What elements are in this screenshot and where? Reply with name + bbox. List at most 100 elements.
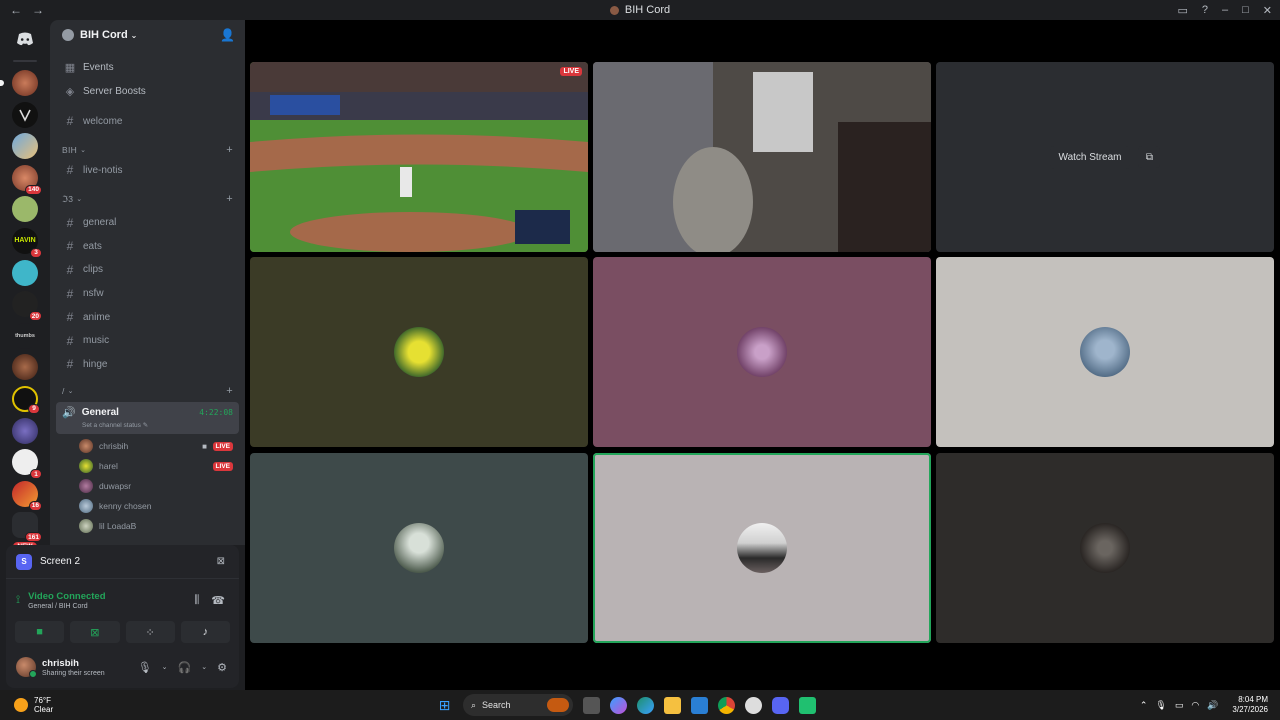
task-view-icon[interactable] bbox=[583, 696, 600, 714]
chevron-down-icon[interactable]: ⌄ bbox=[162, 663, 168, 671]
chevron-down-icon[interactable]: ⌄ bbox=[201, 663, 207, 671]
clock[interactable]: 8:04 PM 3/27/2026 bbox=[1232, 695, 1268, 715]
server-icon[interactable]: 20 bbox=[12, 291, 42, 322]
hash-icon: # bbox=[66, 239, 74, 254]
taskbar-search[interactable]: ⌕ Search bbox=[463, 694, 573, 716]
channel-music[interactable]: # music bbox=[50, 329, 245, 353]
server-icon[interactable] bbox=[12, 259, 38, 286]
voice-member[interactable]: harel LIVE bbox=[50, 456, 245, 476]
volume-icon[interactable]: 🔊 bbox=[1207, 700, 1218, 711]
display-icon[interactable]: ▭ bbox=[1175, 700, 1184, 711]
server-icon[interactable]: HAVIN 3 bbox=[12, 227, 42, 258]
chrome-icon[interactable] bbox=[718, 696, 735, 714]
server-icon[interactable]: 1 bbox=[12, 449, 42, 480]
channel-nsfw[interactable]: # nsfw bbox=[50, 282, 245, 306]
file-explorer-icon[interactable] bbox=[664, 696, 681, 714]
participant-tile[interactable] bbox=[250, 257, 588, 447]
category-main[interactable]: ℑ3 ⌄ + bbox=[50, 190, 245, 208]
create-channel-icon[interactable]: + bbox=[226, 144, 233, 156]
voice-member[interactable]: chrisbih ■ LIVE bbox=[50, 436, 245, 456]
signal-icon[interactable]: ⟟ bbox=[16, 594, 20, 607]
wifi-icon[interactable]: ◠ bbox=[1191, 700, 1199, 711]
noise-suppression-icon[interactable]: ⫼ bbox=[194, 594, 199, 607]
minimize-button[interactable]: – bbox=[1222, 4, 1228, 16]
channel-welcome[interactable]: # welcome bbox=[50, 110, 245, 132]
copilot-icon[interactable] bbox=[610, 696, 627, 714]
inbox-icon[interactable]: ▭ bbox=[1177, 4, 1187, 17]
channel-sidebar: BIH Cord ⌄ 👤 ▦ Events ◈ Server Boosts # … bbox=[50, 20, 245, 545]
edge-icon[interactable] bbox=[637, 696, 654, 714]
server-icon[interactable] bbox=[12, 354, 38, 381]
channel-eats[interactable]: # eats bbox=[50, 235, 245, 259]
stream-preview-tile[interactable]: Watch Stream ⧉ bbox=[936, 62, 1274, 252]
camera-tile[interactable] bbox=[593, 62, 931, 252]
voice-channel-general[interactable]: 🔊 General 4:22:08 Set a channel status ✎ bbox=[56, 402, 239, 435]
participant-tile-speaking[interactable] bbox=[593, 453, 931, 643]
headphones-icon[interactable]: 🎧 bbox=[178, 661, 192, 674]
invite-people-icon[interactable]: 👤 bbox=[220, 28, 235, 42]
soundboard-button[interactable]: ♪ bbox=[180, 621, 230, 643]
vc-location[interactable]: General / BIH Cord bbox=[28, 603, 105, 610]
store-icon[interactable] bbox=[691, 696, 708, 714]
server-boosts-item[interactable]: ◈ Server Boosts bbox=[50, 80, 245, 102]
server-icon[interactable]: 140 bbox=[12, 164, 42, 195]
weather-widget[interactable]: 76°F Clear bbox=[14, 696, 53, 714]
channel-status[interactable]: Set a channel status ✎ bbox=[82, 421, 233, 429]
channel-general[interactable]: # general bbox=[50, 211, 245, 235]
watch-stream-button[interactable]: Watch Stream bbox=[1049, 145, 1131, 169]
server-icon[interactable] bbox=[12, 417, 38, 444]
category-bih[interactable]: BIH ⌄ + bbox=[50, 141, 245, 159]
app-icon[interactable] bbox=[799, 696, 816, 714]
server-folder-icon[interactable]: 161 bbox=[12, 512, 42, 543]
server-icon[interactable] bbox=[12, 101, 38, 128]
participant-tile[interactable] bbox=[936, 453, 1274, 643]
close-button[interactable]: ✕ bbox=[1263, 4, 1272, 17]
server-icon[interactable]: thumbs bbox=[12, 322, 38, 349]
server-icon[interactable]: 9 bbox=[12, 385, 40, 414]
participant-tile[interactable] bbox=[250, 453, 588, 643]
time: 8:04 PM bbox=[1238, 695, 1268, 704]
activities-button[interactable]: ⁘ bbox=[125, 621, 175, 643]
gear-icon[interactable]: ⚙ bbox=[217, 661, 227, 674]
server-header[interactable]: BIH Cord ⌄ 👤 bbox=[50, 20, 245, 50]
camera-button[interactable]: ■ bbox=[15, 621, 65, 643]
stream-tile-baseball[interactable]: LIVE bbox=[250, 62, 588, 252]
app-icon[interactable] bbox=[745, 696, 762, 714]
windows-start-icon[interactable]: ⊞ bbox=[436, 697, 453, 714]
participant-tile[interactable] bbox=[593, 257, 931, 447]
vc-status[interactable]: Video Connected bbox=[28, 591, 105, 602]
participant-tile[interactable] bbox=[936, 257, 1274, 447]
channel-clips[interactable]: # clips bbox=[50, 258, 245, 282]
maximize-button[interactable]: □ bbox=[1242, 4, 1249, 16]
mention-badge: 20 bbox=[28, 311, 42, 322]
microphone-icon[interactable]: 🎙 bbox=[1155, 700, 1166, 711]
channel-live-notis[interactable]: # live-notis bbox=[50, 159, 245, 181]
server-icon[interactable]: 16 bbox=[12, 480, 42, 511]
user-info[interactable]: chrisbih Sharing their screen bbox=[42, 658, 105, 677]
category-voice[interactable]: / ⌄ + bbox=[50, 382, 245, 400]
microphone-icon[interactable]: 🎙 bbox=[138, 661, 152, 674]
server-icon[interactable] bbox=[0, 70, 38, 96]
disconnect-icon[interactable]: ☎ bbox=[211, 594, 225, 607]
avatar bbox=[1080, 327, 1130, 377]
discord-home-icon[interactable] bbox=[8, 24, 42, 54]
voice-member[interactable]: lil LoadaB bbox=[50, 516, 245, 536]
avatar[interactable] bbox=[16, 657, 37, 678]
discord-taskbar-icon[interactable] bbox=[772, 696, 789, 714]
screen-share-button[interactable]: ⊠ bbox=[70, 621, 120, 643]
voice-member[interactable]: kenny chosen bbox=[50, 496, 245, 516]
events-item[interactable]: ▦ Events bbox=[50, 56, 245, 78]
help-icon[interactable]: ? bbox=[1202, 4, 1208, 16]
voice-member[interactable]: duwapsr bbox=[50, 476, 245, 496]
server-icon[interactable] bbox=[12, 196, 38, 223]
chevron-up-icon[interactable]: ⌃ bbox=[1140, 700, 1148, 711]
create-channel-icon[interactable]: + bbox=[226, 193, 233, 205]
popout-icon[interactable]: ⧉ bbox=[1138, 146, 1161, 168]
channel-anime[interactable]: # anime bbox=[50, 305, 245, 329]
server-icon[interactable] bbox=[12, 133, 38, 160]
channel-hinge[interactable]: # hinge bbox=[50, 353, 245, 377]
create-channel-icon[interactable]: + bbox=[226, 385, 233, 397]
avatar bbox=[394, 327, 444, 377]
stop-stream-icon[interactable]: ⊠ bbox=[217, 556, 225, 567]
server-guide-icon bbox=[62, 29, 74, 41]
